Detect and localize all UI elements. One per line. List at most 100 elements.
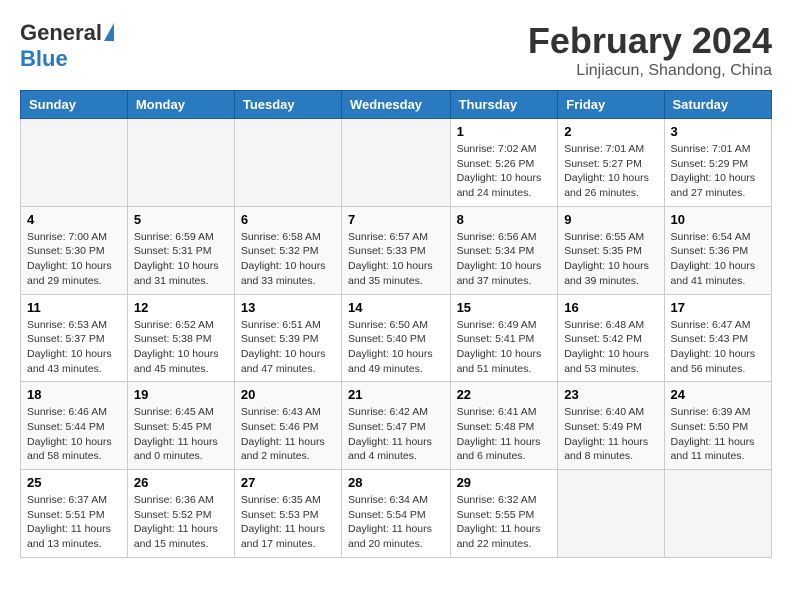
- calendar-cell: 22 Sunrise: 6:41 AMSunset: 5:48 PMDayligh…: [450, 382, 558, 470]
- calendar-table: SundayMondayTuesdayWednesdayThursdayFrid…: [20, 90, 772, 558]
- cell-day-number: 9: [564, 212, 657, 227]
- calendar-cell: 19 Sunrise: 6:45 AMSunset: 5:45 PMDayligh…: [127, 382, 234, 470]
- calendar-cell: 8 Sunrise: 6:56 AMSunset: 5:34 PMDaylight…: [450, 206, 558, 294]
- calendar-cell: 23 Sunrise: 6:40 AMSunset: 5:49 PMDayligh…: [558, 382, 664, 470]
- cell-info: Sunrise: 6:37 AMSunset: 5:51 PMDaylight:…: [27, 493, 121, 552]
- cell-info: Sunrise: 6:53 AMSunset: 5:37 PMDaylight:…: [27, 318, 121, 377]
- calendar-cell: 18 Sunrise: 6:46 AMSunset: 5:44 PMDayligh…: [21, 382, 128, 470]
- logo-blue-text: Blue: [20, 46, 68, 72]
- cell-info: Sunrise: 6:42 AMSunset: 5:47 PMDaylight:…: [348, 405, 444, 464]
- cell-day-number: 3: [671, 124, 765, 139]
- cell-info: Sunrise: 6:57 AMSunset: 5:33 PMDaylight:…: [348, 230, 444, 289]
- logo-triangle-icon: [104, 23, 114, 41]
- cell-day-number: 1: [457, 124, 552, 139]
- day-of-week-monday: Monday: [127, 91, 234, 119]
- cell-info: Sunrise: 6:48 AMSunset: 5:42 PMDaylight:…: [564, 318, 657, 377]
- calendar-cell: 5Sunrise: 6:59 AMSunset: 5:31 PMDaylight…: [127, 206, 234, 294]
- calendar-cell: 4 Sunrise: 7:00 AMSunset: 5:30 PMDaylight…: [21, 206, 128, 294]
- calendar-cell: [342, 119, 451, 207]
- cell-info: Sunrise: 6:34 AMSunset: 5:54 PMDaylight:…: [348, 493, 444, 552]
- calendar-week-4: 25 Sunrise: 6:37 AMSunset: 5:51 PMDayligh…: [21, 470, 772, 558]
- cell-day-number: 21: [348, 387, 444, 402]
- calendar-week-3: 18 Sunrise: 6:46 AMSunset: 5:44 PMDayligh…: [21, 382, 772, 470]
- cell-day-number: 7: [348, 212, 444, 227]
- cell-day-number: 6: [241, 212, 335, 227]
- cell-day-number: 18: [27, 387, 121, 402]
- month-title: February 2024: [528, 20, 772, 62]
- cell-info: Sunrise: 6:49 AMSunset: 5:41 PMDaylight:…: [457, 318, 552, 377]
- cell-info: Sunrise: 6:41 AMSunset: 5:48 PMDaylight:…: [457, 405, 552, 464]
- cell-day-number: 27: [241, 475, 335, 490]
- calendar-cell: 6 Sunrise: 6:58 AMSunset: 5:32 PMDaylight…: [234, 206, 341, 294]
- cell-day-number: 15: [457, 300, 552, 315]
- cell-info: Sunrise: 6:36 AMSunset: 5:52 PMDaylight:…: [134, 493, 228, 552]
- cell-info: Sunrise: 7:00 AMSunset: 5:30 PMDaylight:…: [27, 230, 121, 289]
- cell-info: Sunrise: 6:55 AMSunset: 5:35 PMDaylight:…: [564, 230, 657, 289]
- calendar-cell: [127, 119, 234, 207]
- calendar-cell: 15 Sunrise: 6:49 AMSunset: 5:41 PMDayligh…: [450, 294, 558, 382]
- logo: General Blue: [20, 20, 114, 72]
- cell-day-number: 19: [134, 387, 228, 402]
- day-of-week-sunday: Sunday: [21, 91, 128, 119]
- calendar-cell: 26 Sunrise: 6:36 AMSunset: 5:52 PMDayligh…: [127, 470, 234, 558]
- cell-day-number: 11: [27, 300, 121, 315]
- cell-info: Sunrise: 6:50 AMSunset: 5:40 PMDaylight:…: [348, 318, 444, 377]
- cell-info: Sunrise: 6:46 AMSunset: 5:44 PMDaylight:…: [27, 405, 121, 464]
- cell-day-number: 23: [564, 387, 657, 402]
- header: General Blue February 2024 Linjiacun, Sh…: [20, 20, 772, 80]
- day-of-week-wednesday: Wednesday: [342, 91, 451, 119]
- calendar-cell: [664, 470, 771, 558]
- calendar-week-2: 11 Sunrise: 6:53 AMSunset: 5:37 PMDayligh…: [21, 294, 772, 382]
- calendar-cell: 17 Sunrise: 6:47 AMSunset: 5:43 PMDayligh…: [664, 294, 771, 382]
- cell-day-number: 28: [348, 475, 444, 490]
- cell-day-number: 22: [457, 387, 552, 402]
- cell-info: Sunrise: 6:58 AMSunset: 5:32 PMDaylight:…: [241, 230, 335, 289]
- cell-day-number: 25: [27, 475, 121, 490]
- cell-day-number: 4: [27, 212, 121, 227]
- cell-info: Sunrise: 6:51 AMSunset: 5:39 PMDaylight:…: [241, 318, 335, 377]
- cell-day-number: 20: [241, 387, 335, 402]
- calendar-cell: 3 Sunrise: 7:01 AMSunset: 5:29 PMDaylight…: [664, 119, 771, 207]
- cell-info: Sunrise: 6:52 AMSunset: 5:38 PMDaylight:…: [134, 318, 228, 377]
- cell-info: Sunrise: 6:56 AMSunset: 5:34 PMDaylight:…: [457, 230, 552, 289]
- calendar-week-1: 4 Sunrise: 7:00 AMSunset: 5:30 PMDaylight…: [21, 206, 772, 294]
- cell-day-number: 16: [564, 300, 657, 315]
- cell-info: Sunrise: 6:35 AMSunset: 5:53 PMDaylight:…: [241, 493, 335, 552]
- day-of-week-saturday: Saturday: [664, 91, 771, 119]
- cell-info: Sunrise: 7:02 AMSunset: 5:26 PMDaylight:…: [457, 142, 552, 201]
- cell-day-number: 2: [564, 124, 657, 139]
- day-of-week-friday: Friday: [558, 91, 664, 119]
- title-area: February 2024 Linjiacun, Shandong, China: [528, 20, 772, 80]
- day-of-week-tuesday: Tuesday: [234, 91, 341, 119]
- cell-day-number: 26: [134, 475, 228, 490]
- cell-day-number: 17: [671, 300, 765, 315]
- calendar-cell: 24 Sunrise: 6:39 AMSunset: 5:50 PMDayligh…: [664, 382, 771, 470]
- cell-info: Sunrise: 7:01 AMSunset: 5:29 PMDaylight:…: [671, 142, 765, 201]
- cell-info: Sunrise: 6:45 AMSunset: 5:45 PMDaylight:…: [134, 405, 228, 464]
- calendar-week-0: 1 Sunrise: 7:02 AMSunset: 5:26 PMDaylight…: [21, 119, 772, 207]
- calendar-cell: 1 Sunrise: 7:02 AMSunset: 5:26 PMDaylight…: [450, 119, 558, 207]
- calendar-cell: [558, 470, 664, 558]
- cell-day-number: 8: [457, 212, 552, 227]
- cell-day-number: 12: [134, 300, 228, 315]
- calendar-cell: 21 Sunrise: 6:42 AMSunset: 5:47 PMDayligh…: [342, 382, 451, 470]
- cell-info: Sunrise: 6:47 AMSunset: 5:43 PMDaylight:…: [671, 318, 765, 377]
- calendar-cell: 28 Sunrise: 6:34 AMSunset: 5:54 PMDayligh…: [342, 470, 451, 558]
- location-title: Linjiacun, Shandong, China: [528, 62, 772, 80]
- calendar-cell: 11 Sunrise: 6:53 AMSunset: 5:37 PMDayligh…: [21, 294, 128, 382]
- logo-general-text: General: [20, 20, 102, 46]
- calendar-cell: 27 Sunrise: 6:35 AMSunset: 5:53 PMDayligh…: [234, 470, 341, 558]
- cell-day-number: 13: [241, 300, 335, 315]
- cell-info: Sunrise: 6:54 AMSunset: 5:36 PMDaylight:…: [671, 230, 765, 289]
- cell-day-number: 24: [671, 387, 765, 402]
- calendar-cell: 16 Sunrise: 6:48 AMSunset: 5:42 PMDayligh…: [558, 294, 664, 382]
- calendar-cell: 2Sunrise: 7:01 AMSunset: 5:27 PMDaylight…: [558, 119, 664, 207]
- cell-day-number: 5: [134, 212, 228, 227]
- cell-day-number: 10: [671, 212, 765, 227]
- cell-info: Sunrise: 6:40 AMSunset: 5:49 PMDaylight:…: [564, 405, 657, 464]
- calendar-cell: [234, 119, 341, 207]
- cell-info: Sunrise: 6:43 AMSunset: 5:46 PMDaylight:…: [241, 405, 335, 464]
- calendar-cell: 14Sunrise: 6:50 AMSunset: 5:40 PMDayligh…: [342, 294, 451, 382]
- calendar-cell: 25 Sunrise: 6:37 AMSunset: 5:51 PMDayligh…: [21, 470, 128, 558]
- cell-info: Sunrise: 6:39 AMSunset: 5:50 PMDaylight:…: [671, 405, 765, 464]
